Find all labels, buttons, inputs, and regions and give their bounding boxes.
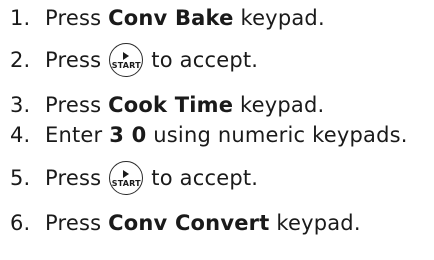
keypad-name: Cook Time [108, 93, 234, 117]
step-number: 4. [10, 123, 31, 147]
step-text: Enter [45, 123, 110, 147]
start-button[interactable]: START [109, 161, 144, 195]
step-6: 6. Press Conv Convert keypad. [10, 208, 361, 238]
keypad-name: Conv Bake [108, 6, 234, 30]
start-button-label: START [111, 61, 141, 70]
step-text: keypad. [233, 6, 325, 30]
step-2: 2. Press START to accept. [10, 43, 259, 77]
start-button-label: START [111, 179, 141, 188]
step-text: keypad. [233, 93, 325, 117]
step-5: 5. Press START to accept. [10, 161, 259, 195]
step-3: 3. Press Cook Time keypad. [10, 90, 324, 120]
step-1: 1. Press Conv Bake keypad. [10, 3, 325, 33]
step-number: 1. [10, 6, 31, 30]
step-text: Press [45, 211, 109, 235]
step-text: Press [45, 48, 102, 72]
step-text: Press [45, 93, 109, 117]
step-number: 5. [10, 166, 31, 190]
step-text: keypad. [269, 211, 361, 235]
step-4: 4. Enter 3 0 using numeric keypads. [10, 120, 408, 150]
play-triangle-icon [123, 52, 130, 60]
step-text: Press [45, 166, 102, 190]
step-number: 6. [10, 211, 31, 235]
play-triangle-icon [123, 170, 130, 178]
keypad-name: Conv Convert [108, 211, 270, 235]
numeric-entry: 3 0 [109, 123, 147, 147]
start-button[interactable]: START [109, 43, 144, 77]
step-text: Press [45, 6, 109, 30]
step-text: using numeric keypads. [146, 123, 408, 147]
step-text: to accept. [151, 48, 259, 72]
step-text: to accept. [151, 166, 259, 190]
step-number: 3. [10, 93, 31, 117]
step-number: 2. [10, 48, 31, 72]
instruction-steps: 1. Press Conv Bake keypad. 2. Press STAR… [0, 0, 434, 260]
